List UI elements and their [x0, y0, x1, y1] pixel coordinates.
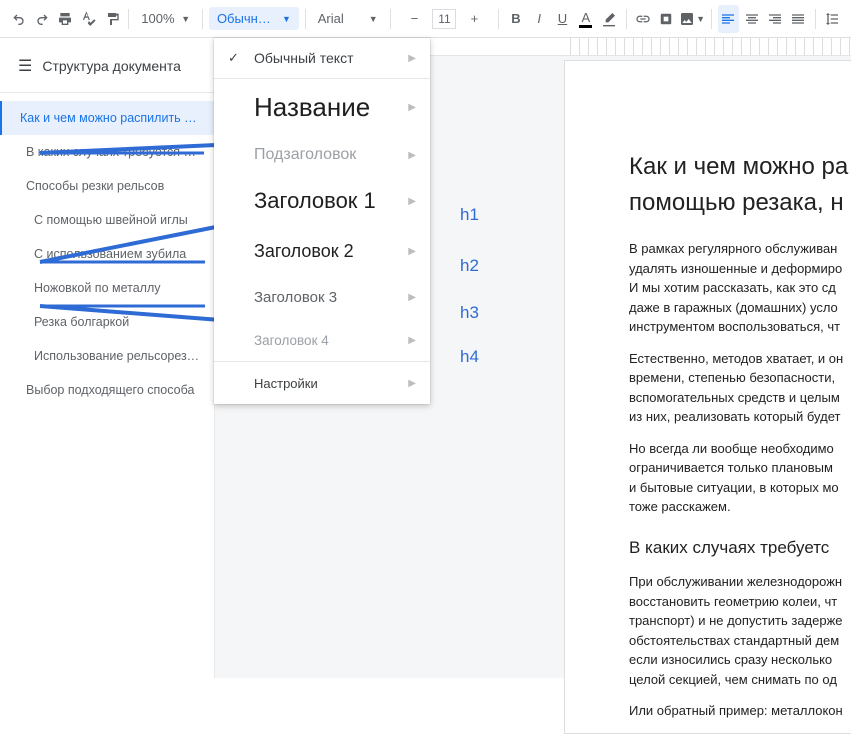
style-option-title[interactable]: Название▶ — [214, 79, 430, 135]
style-option-h4[interactable]: Заголовок 4▶ — [214, 319, 430, 361]
style-option-opt[interactable]: Настройки▶ — [214, 362, 430, 404]
text-color-button[interactable]: A — [575, 5, 596, 33]
align-justify-button[interactable] — [788, 5, 809, 33]
font-family-select[interactable]: Arial▼ — [312, 7, 384, 30]
style-option-h2[interactable]: Заголовок 2▶ — [214, 227, 430, 275]
outline-item[interactable]: Способы резки рельсов — [0, 169, 214, 203]
outline-item[interactable]: Как и чем можно распилить ре… — [0, 101, 214, 135]
annotation-h1: h1 — [460, 205, 479, 225]
outline-item[interactable]: С использованием зубила — [0, 237, 214, 271]
document-page[interactable]: Как и чем можно рапомощью резака, н В ра… — [564, 60, 851, 734]
spellcheck-button[interactable] — [78, 5, 99, 33]
insert-comment-button[interactable] — [656, 5, 677, 33]
print-button[interactable] — [55, 5, 76, 33]
style-option-h1[interactable]: Заголовок 1▶ — [214, 175, 430, 227]
font-size-increase[interactable]: + — [460, 5, 488, 33]
redo-button[interactable] — [31, 5, 52, 33]
annotation-h4: h4 — [460, 347, 479, 367]
insert-link-button[interactable] — [632, 5, 653, 33]
font-size-value[interactable]: 11 — [432, 9, 456, 29]
underline-button[interactable]: U — [552, 5, 573, 33]
insert-image-button[interactable]: ▼ — [679, 5, 705, 33]
zoom-select[interactable]: 100%▼ — [135, 11, 196, 26]
bold-button[interactable]: B — [505, 5, 526, 33]
outline-item[interactable]: С помощью швейной иглы — [0, 203, 214, 237]
style-option-h3[interactable]: Заголовок 3▶ — [214, 275, 430, 319]
font-size-decrease[interactable]: − — [400, 5, 428, 33]
outline-icon: ☰ — [18, 56, 32, 76]
undo-button[interactable] — [8, 5, 29, 33]
font-size-control[interactable]: − 11 + — [396, 5, 492, 33]
annotation-h3: h3 — [460, 303, 479, 323]
italic-button[interactable]: I — [529, 5, 550, 33]
outline-item[interactable]: В каких случаях требуется ре… — [0, 135, 214, 169]
outline-item[interactable]: Использование рельсорезо… — [0, 339, 214, 373]
doc-title: Как и чем можно рапомощью резака, н — [629, 149, 851, 221]
align-center-button[interactable] — [741, 5, 762, 33]
align-right-button[interactable] — [764, 5, 785, 33]
outline-item[interactable]: Резка болгаркой — [0, 305, 214, 339]
align-left-button[interactable] — [718, 5, 739, 33]
toolbar: 100%▼ Обычный …▼ Arial▼ − 11 + B I U A ▼ — [0, 0, 851, 38]
style-option-subtitle[interactable]: Подзаголовок▶ — [214, 135, 430, 175]
outline-header: ☰ Структура документа — [0, 46, 214, 92]
outline-sidebar: ☰ Структура документа Как и чем можно ра… — [0, 38, 215, 678]
paragraph-style-dropdown: ✓Обычный текст▶Название▶Подзаголовок▶Заг… — [214, 38, 430, 404]
paint-format-button[interactable] — [101, 5, 122, 33]
outline-item[interactable]: Ножовкой по металлу — [0, 271, 214, 305]
outline-item[interactable]: Выбор подходящего способа — [0, 373, 214, 407]
line-spacing-button[interactable] — [822, 5, 843, 33]
highlight-color-button[interactable] — [598, 5, 619, 33]
paragraph-style-select[interactable]: Обычный …▼ — [209, 7, 299, 30]
style-option-normal[interactable]: ✓Обычный текст▶ — [214, 38, 430, 78]
doc-heading2: В каких случаях требуетс — [629, 535, 851, 561]
annotation-h2: h2 — [460, 256, 479, 276]
